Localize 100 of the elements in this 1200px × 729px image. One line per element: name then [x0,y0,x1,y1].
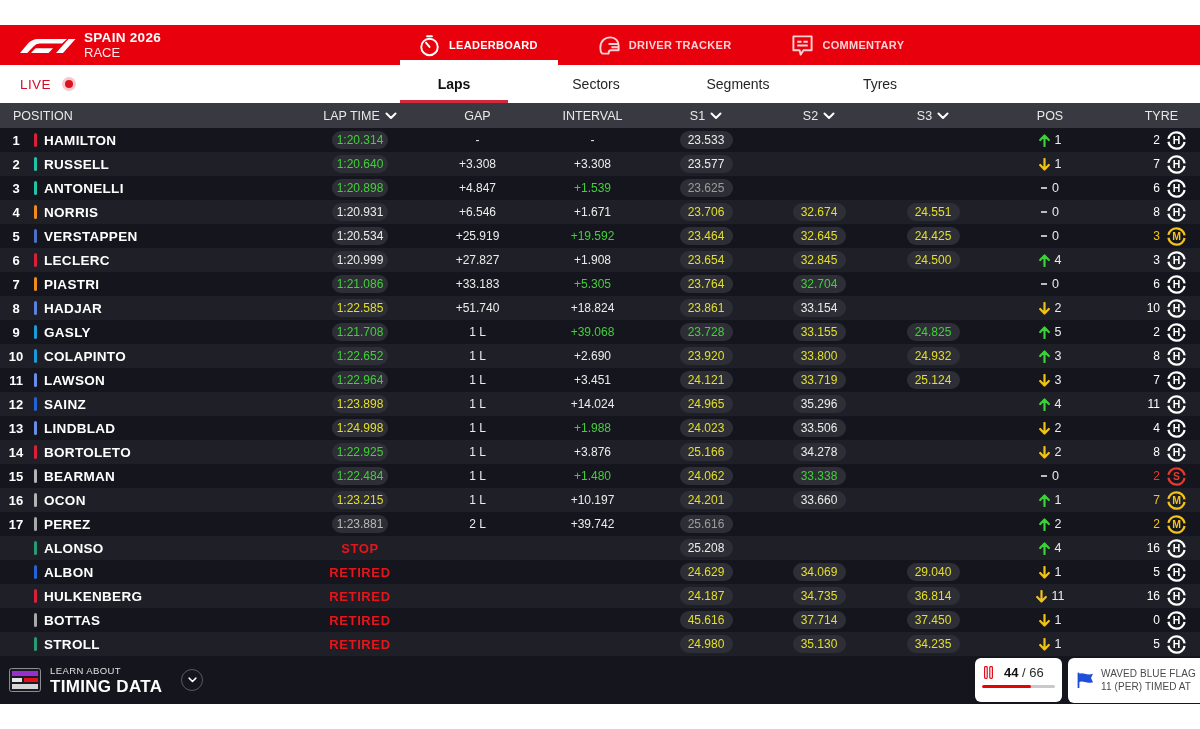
driver-status: RETIRED [329,612,391,628]
sector-time-pill: 24.062 [679,467,733,485]
tyre-compound: S [1167,466,1186,486]
driver-name: VERSTAPPEN [43,228,138,244]
column-header[interactable]: S2 [762,103,876,128]
tyre-compound: H [1167,130,1186,150]
position-number: 4 [12,204,20,220]
interval-value: +1.480 [573,469,611,483]
down-arrow-icon [1038,157,1050,171]
gap-value: +6.546 [458,205,496,219]
sector-time-pill: 33.155 [792,323,846,341]
column-header: POS [1035,107,1065,125]
view-tab[interactable]: Tyres [826,65,934,103]
driver-name: GASLY [43,324,91,340]
tyre-compound: M [1167,514,1186,534]
position-number: 9 [12,324,20,340]
tyre-laps: 2 [1153,133,1160,147]
lap-time-pill: 1:22.484 [332,467,388,485]
column-header: POSITION [12,107,74,125]
dash-icon [1041,475,1047,477]
interval-value: +18.824 [570,301,615,315]
position-change: 2 [1054,445,1062,459]
sector-time-pill: 29.040 [906,563,960,581]
sector-time-pill: 34.069 [792,563,846,581]
sector-time-pill: 23.764 [679,275,733,293]
sector-time-pill: 23.706 [679,203,733,221]
dash-icon [1041,211,1047,213]
position-number: 5 [12,228,20,244]
interval-value: +1.988 [573,421,611,435]
flag-icon [1077,672,1094,688]
sector-time-pill: 24.500 [906,251,960,269]
column-header[interactable]: LAP TIME [300,103,420,128]
dash-icon [1041,235,1047,237]
driver-name: PIASTRI [43,276,100,292]
live-label: LIVE [20,76,51,92]
position-change: 1 [1054,157,1062,171]
lap-time-pill: 1:21.708 [332,323,388,341]
view-tab[interactable]: Segments [684,65,792,103]
nav-tab[interactable]: LEADERBOARD [400,25,558,65]
position-number: 10 [8,348,24,364]
tyre-compound: H [1167,250,1186,270]
tyre-laps: 8 [1153,445,1160,459]
tyre-laps: 5 [1153,637,1160,651]
gap-value: 1 L [469,349,486,363]
position-change: 0 [1052,205,1059,219]
nav-tab[interactable]: COMMENTARY [773,25,925,65]
sector-time-pill: 33.338 [792,467,846,485]
position-number: 1 [12,132,20,148]
driver-name: PEREZ [43,516,91,532]
interval-value: +1.671 [573,205,611,219]
gap-value: 1 L [469,421,486,435]
sector-time-pill: 24.980 [679,635,733,653]
position-change: 4 [1054,253,1062,267]
gap-value: 1 L [469,325,486,339]
sector-time-pill: 25.124 [906,371,960,389]
helmet-icon [597,33,621,57]
gap-value: 1 L [469,397,486,411]
driver-name: LECLERC [43,252,110,268]
tyre-laps: 2 [1153,469,1160,483]
tyre-laps: 3 [1153,229,1160,243]
tyre-compound: H [1167,298,1186,318]
sector-time-pill: 34.278 [792,443,846,461]
view-tab[interactable]: Sectors [542,65,650,103]
sector-time-pill: 24.932 [906,347,960,365]
dash-icon [1041,187,1047,189]
chevron-down-icon [187,677,197,683]
tyre-compound: H [1167,346,1186,366]
sector-time-pill: 25.208 [679,539,733,557]
chat-bubble-icon [791,33,815,57]
dash-icon [1041,283,1047,285]
column-header[interactable]: S3 [876,103,990,128]
down-arrow-icon [1038,565,1050,579]
up-arrow-icon [1038,349,1050,363]
lap-time-pill: 1:23.215 [332,491,388,509]
expand-button[interactable] [181,669,204,691]
position-change: 0 [1052,469,1059,483]
sector-time-pill: 37.450 [906,611,960,629]
lap-time-pill: 1:22.964 [332,371,388,389]
sector-time-pill: 33.719 [792,371,846,389]
position-number: 11 [9,372,23,388]
sector-time-pill: 25.166 [679,443,733,461]
position-number: 8 [12,300,20,316]
column-header[interactable]: S1 [650,103,762,128]
driver-name: ALBON [43,564,94,580]
interval-value: +10.197 [570,493,615,507]
tyre-laps: 8 [1153,349,1160,363]
sector-time-pill: 23.625 [679,179,733,197]
gap-value: - [475,133,480,147]
lap-time-pill: 1:20.999 [332,251,388,269]
logo-icon[interactable] [20,37,76,53]
tyre-laps: 6 [1153,181,1160,195]
pause-icon [984,666,993,679]
position-change: 3 [1054,349,1062,363]
driver-name: RUSSELL [43,156,110,172]
column-header: INTERVAL [561,107,624,125]
down-arrow-icon [1038,421,1050,435]
sector-time-pill: 32.674 [792,203,846,221]
interval-value: +14.024 [570,397,615,411]
sector-time-pill: 33.660 [792,491,846,509]
position-number: 7 [12,276,20,292]
